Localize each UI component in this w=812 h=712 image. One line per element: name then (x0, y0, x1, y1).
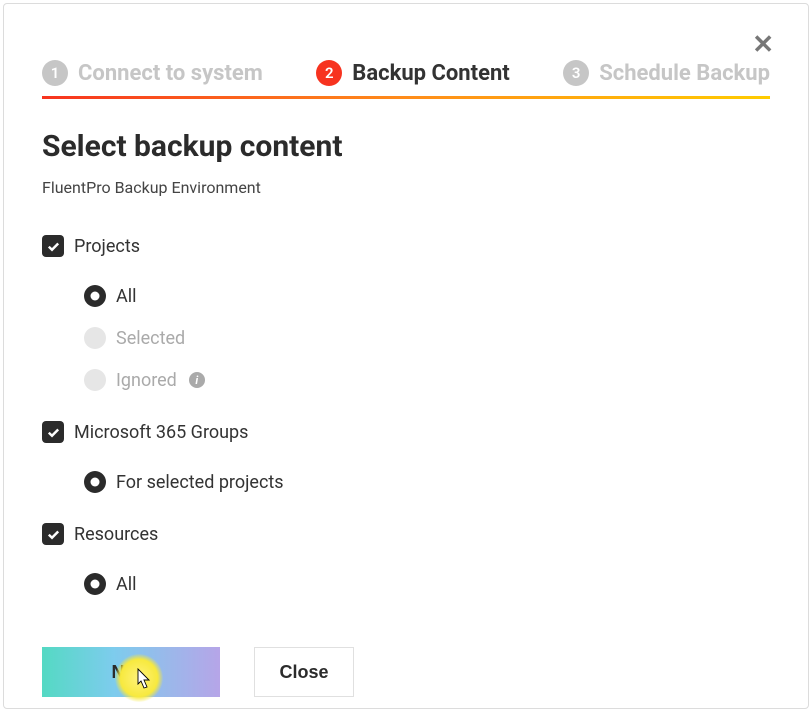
projects-row: Projects (42, 235, 770, 257)
backup-dialog: ✕ 1 Connect to system 2 Backup Content 3… (3, 3, 809, 709)
groups-radio-forselected[interactable] (84, 471, 106, 493)
groups-checkbox[interactable] (42, 421, 64, 443)
projects-radios: All Selected Ignored i (84, 275, 770, 401)
footer: Next Close (42, 647, 770, 697)
resources-checkbox[interactable] (42, 523, 64, 545)
groups-radio-forselected-row: For selected projects (84, 461, 770, 503)
resources-radio-all-row: All (84, 563, 770, 605)
projects-radio-ignored-label: Ignored (116, 370, 177, 391)
groups-label: Microsoft 365 Groups (74, 422, 248, 443)
stepper: 1 Connect to system 2 Backup Content 3 S… (42, 60, 770, 86)
info-icon[interactable]: i (189, 372, 205, 388)
step-connect[interactable]: 1 Connect to system (42, 60, 263, 86)
projects-radio-all[interactable] (84, 285, 106, 307)
groups-row: Microsoft 365 Groups (42, 421, 770, 443)
check-icon (46, 239, 61, 254)
step-label-2: Backup Content (352, 61, 509, 86)
step-num-1: 1 (42, 60, 68, 86)
projects-radio-all-label: All (116, 286, 137, 307)
projects-radio-selected-row: Selected (84, 317, 770, 359)
resources-radios: All (84, 563, 770, 605)
resources-row: Resources (42, 523, 770, 545)
close-icon[interactable]: ✕ (752, 32, 774, 58)
groups-radios: For selected projects (84, 461, 770, 503)
resources-label: Resources (74, 524, 158, 545)
projects-radio-ignored[interactable] (84, 369, 106, 391)
projects-label: Projects (74, 236, 140, 257)
resources-radio-all[interactable] (84, 573, 106, 595)
projects-radio-all-row: All (84, 275, 770, 317)
environment-name: FluentPro Backup Environment (42, 178, 770, 197)
projects-radio-selected-label: Selected (116, 328, 185, 349)
page-title: Select backup content (42, 129, 770, 164)
step-num-3: 3 (563, 60, 589, 86)
stepper-divider (42, 96, 770, 99)
projects-checkbox[interactable] (42, 235, 64, 257)
step-schedule[interactable]: 3 Schedule Backup (563, 60, 770, 86)
groups-radio-forselected-label: For selected projects (116, 472, 284, 493)
check-icon (46, 527, 61, 542)
step-label-3: Schedule Backup (599, 61, 770, 86)
step-num-2: 2 (316, 60, 342, 86)
projects-radio-ignored-row: Ignored i (84, 359, 770, 401)
next-button[interactable]: Next (42, 647, 220, 697)
close-button[interactable]: Close (254, 647, 354, 697)
step-label-1: Connect to system (78, 61, 263, 86)
step-backup-content[interactable]: 2 Backup Content (316, 60, 509, 86)
check-icon (46, 425, 61, 440)
resources-radio-all-label: All (116, 574, 137, 595)
projects-radio-selected[interactable] (84, 327, 106, 349)
content-area: Projects All Selected Ignored i Microsof… (42, 235, 770, 697)
